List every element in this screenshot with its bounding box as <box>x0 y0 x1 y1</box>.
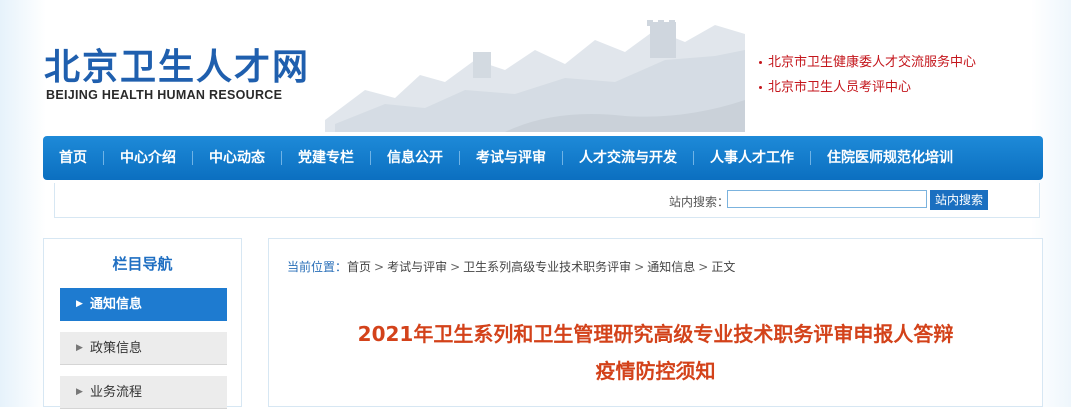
nav-item-home[interactable]: 首页 <box>43 136 103 180</box>
breadcrumb-separator: > <box>634 260 645 274</box>
nav-item-exams[interactable]: 考试与评审 <box>460 136 562 180</box>
bullet-icon <box>759 86 762 89</box>
article-title: 2021年卫生系列和卫生管理研究高级专业技术职务评审申报人答辩 疫情防控须知 <box>269 316 1042 390</box>
nav-item-residency-training[interactable]: 住院医师规范化培训 <box>811 136 969 180</box>
site-logo-subtitle: BEIJING HEALTH HUMAN RESOURCE <box>46 88 283 102</box>
nav-item-about[interactable]: 中心介绍 <box>104 136 192 180</box>
header-link-label: 北京市卫生健康委人才交流服务中心 <box>768 55 977 70</box>
breadcrumb: 当前位置：首页 > 考试与评审 > 卫生系列高级专业技术职务评审 > 通知信息 > 正文 <box>287 258 735 275</box>
breadcrumb-label: 当前位置： <box>287 260 348 274</box>
search-label: 站内搜索： <box>669 195 730 209</box>
header-links: 北京市卫生健康委人才交流服务中心 北京市卫生人员考评中心 <box>757 50 976 100</box>
nav-item-hr-work[interactable]: 人事人才工作 <box>694 136 810 180</box>
arrow-right-icon: ▶ <box>76 343 83 353</box>
breadcrumb-exams[interactable]: 考试与评审 <box>387 260 447 274</box>
article-title-line1: 2021年卫生系列和卫生管理研究高级专业技术职务评审申报人答辩 <box>357 322 954 346</box>
article-title-line2: 疫情防控须知 <box>595 359 716 383</box>
sidebar-item-label: 政策信息 <box>90 341 143 356</box>
main-nav: 首页 中心介绍 中心动态 党建专栏 信息公开 考试与评审 人才交流与开发 人事人… <box>43 136 1043 180</box>
nav-item-party[interactable]: 党建专栏 <box>282 136 370 180</box>
bullet-icon <box>759 61 762 64</box>
site-header: 北京卫生人才网 BEIJING HEALTH HUMAN RESOURCE 北京… <box>0 0 1071 136</box>
breadcrumb-separator: > <box>374 260 385 274</box>
sidebar-item-label: 业务流程 <box>90 385 143 400</box>
sidebar-item-notices[interactable]: ▶ 通知信息 <box>60 288 227 321</box>
arrow-right-icon: ▶ <box>76 299 83 309</box>
header-link-label: 北京市卫生人员考评中心 <box>768 80 912 95</box>
breadcrumb-separator: > <box>698 260 709 274</box>
sidebar-item-policy[interactable]: ▶ 政策信息 <box>60 332 227 365</box>
search-button[interactable]: 站内搜索 <box>930 190 988 210</box>
sidebar-item-workflow[interactable]: ▶ 业务流程 <box>60 376 227 409</box>
site-logo-title[interactable]: 北京卫生人才网 <box>44 38 310 90</box>
sidebar: 栏目导航 ▶ 通知信息 ▶ 政策信息 ▶ 业务流程 <box>43 238 242 409</box>
sidebar-title: 栏目导航 <box>112 255 173 273</box>
breadcrumb-notices[interactable]: 通知信息 <box>647 260 695 274</box>
search-input[interactable] <box>727 190 927 208</box>
arrow-right-icon: ▶ <box>76 387 83 397</box>
breadcrumb-home[interactable]: 首页 <box>347 260 371 274</box>
great-wall-banner-image <box>325 20 745 132</box>
breadcrumb-separator: > <box>450 260 461 274</box>
breadcrumb-senior-review[interactable]: 卫生系列高级专业技术职务评审 <box>463 260 631 274</box>
main-content: 当前位置：首页 > 考试与评审 > 卫生系列高级专业技术职务评审 > 通知信息 > 正文 202… <box>268 238 1043 407</box>
nav-item-talent-exchange[interactable]: 人才交流与开发 <box>563 136 693 180</box>
breadcrumb-current: 正文 <box>711 260 736 274</box>
site-search-bar: 站内搜索： 站内搜索 <box>54 183 1040 218</box>
header-link-evaluation-center[interactable]: 北京市卫生人员考评中心 <box>757 75 976 100</box>
nav-item-news[interactable]: 中心动态 <box>193 136 281 180</box>
nav-item-public-info[interactable]: 信息公开 <box>371 136 459 180</box>
header-link-talent-center[interactable]: 北京市卫生健康委人才交流服务中心 <box>757 50 976 75</box>
sidebar-item-label: 通知信息 <box>90 297 143 312</box>
